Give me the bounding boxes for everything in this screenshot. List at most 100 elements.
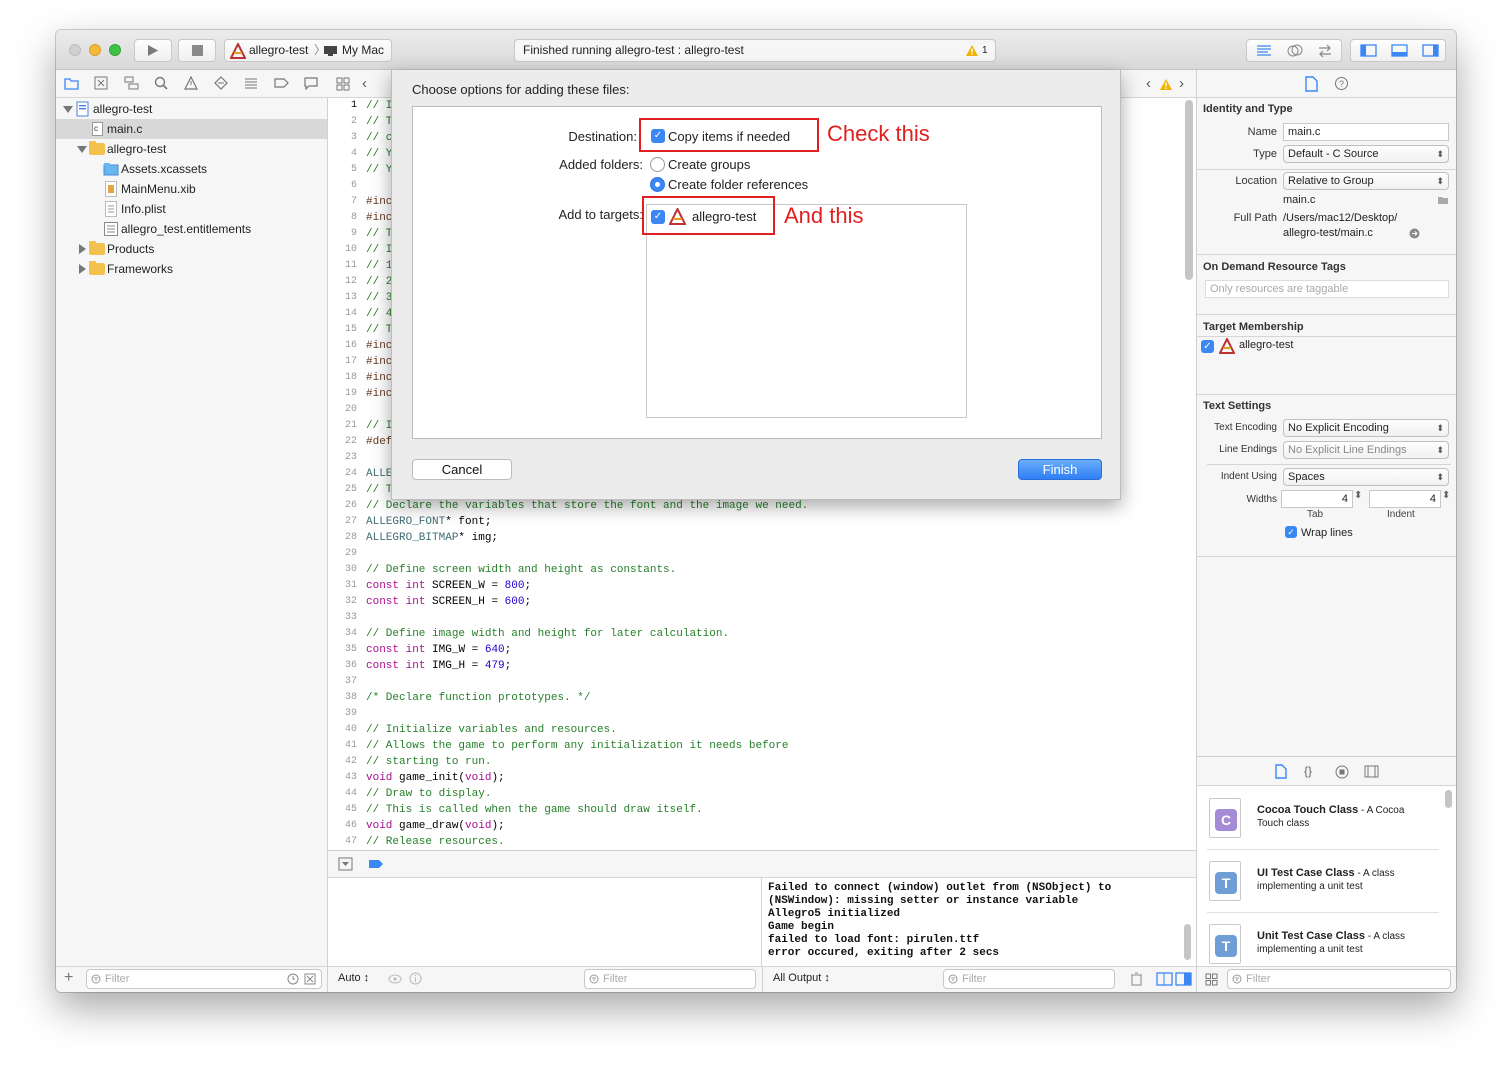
warning-count[interactable]: 1 [982,40,988,61]
zoom-window-button[interactable] [109,44,121,56]
tree-row-main-c[interactable]: c main.c [56,119,327,139]
disclosure-closed-icon[interactable] [79,264,86,274]
add-icon[interactable]: + [64,969,73,987]
editor-scrollbar[interactable] [1185,100,1193,280]
variables-filter-input[interactable]: Filter [584,969,756,989]
create-groups-radio[interactable] [650,157,665,172]
output-filter-popup[interactable]: All Output ↕ [773,972,830,984]
tree-row-entitlements[interactable]: allegro_test.entitlements [56,219,327,239]
stop-button[interactable] [178,39,216,62]
assistant-editor-icon[interactable] [1287,43,1303,58]
text-encoding-popup[interactable]: No Explicit Encoding ⬍ [1283,419,1449,437]
console-output[interactable]: Failed to connect (window) outlet from (… [762,878,1196,966]
close-window-button[interactable] [69,44,81,56]
line-number: 29 [344,548,357,559]
tree-row-project[interactable]: allegro-test [56,99,327,119]
warning-icon[interactable] [965,44,979,57]
library-item[interactable]: T UI Test Case Class - A class implement… [1207,851,1439,913]
code-line: #def [366,436,393,448]
warning-icon[interactable] [1159,78,1173,91]
folder-icon[interactable] [1437,195,1449,205]
back-arrow-icon[interactable]: ‹ [362,75,367,92]
toggle-navigator-icon[interactable] [1360,44,1377,57]
hide-debug-area-icon[interactable] [338,857,353,871]
text-encoding-label: Text Encoding [1214,422,1277,433]
reveal-in-finder-icon[interactable] [1409,228,1420,239]
target-membership-checkbox[interactable]: ✓ [1201,340,1214,353]
location-popup[interactable]: Relative to Group ⬍ [1283,172,1449,190]
trash-icon[interactable] [1130,972,1143,986]
library-item[interactable]: C Cocoa Touch Class - A Cocoa Touch clas… [1207,788,1439,850]
show-console-icon[interactable] [1175,972,1192,986]
find-navigator-icon[interactable] [154,76,168,90]
code-line: ALLE [366,468,393,480]
source-control-navigator-icon[interactable] [94,76,108,90]
toggle-inspector-icon[interactable] [1422,44,1439,57]
report-navigator-icon[interactable] [304,76,318,90]
console-scrollbar[interactable] [1184,924,1191,960]
standard-editor-icon[interactable] [1256,44,1272,57]
show-variables-view-icon[interactable] [1156,972,1173,986]
console-filter-input[interactable]: Filter [943,969,1115,989]
library-scrollbar[interactable] [1445,790,1452,808]
disclosure-closed-icon[interactable] [79,244,86,254]
tree-row-assets[interactable]: Assets.xcassets [56,159,327,179]
line-number: 17 [344,356,357,367]
object-library-icon[interactable] [1335,765,1349,779]
disclosure-open-icon[interactable] [63,106,73,113]
quick-help-icon[interactable]: ? [1334,76,1349,91]
scm-status-icon[interactable] [304,973,316,985]
name-field[interactable]: main.c [1283,123,1449,141]
breakpoints-toggle-icon[interactable] [368,859,384,869]
scheme-selector[interactable]: allegro-test 〉 My Mac [224,39,392,62]
test-navigator-icon[interactable] [214,76,228,90]
create-folder-references-label[interactable]: Create folder references [668,177,808,192]
issue-navigator-icon[interactable] [184,76,198,90]
wrap-lines-checkbox[interactable]: ✓ [1285,526,1297,538]
recent-files-icon[interactable] [287,973,299,985]
grid-view-icon[interactable] [1205,973,1218,986]
run-button[interactable] [134,39,172,62]
tree-row-mainmenu-xib[interactable]: MainMenu.xib [56,179,327,199]
code-line: // 3 [366,292,393,304]
navigator-filter-input[interactable]: Filter [86,969,322,989]
scheme-device[interactable]: My Mac [342,40,384,61]
auto-variables-popup[interactable]: Auto ↕ [338,972,369,984]
file-inspector-icon[interactable] [1305,76,1318,92]
debug-navigator-icon[interactable] [244,76,258,90]
next-issue-icon[interactable]: › [1179,75,1184,92]
media-library-icon[interactable] [1364,765,1379,778]
create-folder-references-radio[interactable] [650,177,665,192]
create-groups-label[interactable]: Create groups [668,157,750,172]
toggle-debug-area-icon[interactable] [1391,44,1408,57]
info-icon[interactable] [409,972,422,985]
previous-issue-icon[interactable]: ‹ [1146,75,1151,92]
breakpoint-navigator-icon[interactable] [274,76,289,90]
indent-using-popup[interactable]: Spaces ⬍ [1283,468,1449,486]
scheme-target[interactable]: allegro-test [249,40,308,61]
cancel-button[interactable]: Cancel [412,459,512,480]
tab-width-field[interactable]: 4 [1281,490,1353,508]
line-endings-popup[interactable]: No Explicit Line Endings ⬍ [1283,441,1449,459]
xcode-project-icon [76,101,89,117]
type-popup[interactable]: Default - C Source ⬍ [1283,145,1449,163]
minimize-window-button[interactable] [89,44,101,56]
project-navigator-icon[interactable] [64,77,79,90]
tree-row-info-plist[interactable]: Info.plist [56,199,327,219]
symbol-navigator-icon[interactable] [124,76,139,90]
library-filter-input[interactable]: Filter [1227,969,1451,989]
tree-row-products[interactable]: Products [56,239,327,259]
related-items-icon[interactable] [336,77,350,91]
tree-row-group-allegro-test[interactable]: allegro-test [56,139,327,159]
code-line: void game_draw(void); [366,818,505,834]
version-editor-icon[interactable] [1317,44,1333,57]
tree-row-frameworks[interactable]: Frameworks [56,259,327,279]
indent-width-field[interactable]: 4 [1369,490,1441,508]
quick-look-eye-icon[interactable] [388,973,402,985]
indent-width-stepper[interactable]: ⬍ [1442,490,1450,501]
file-template-library-icon[interactable] [1275,764,1287,779]
code-snippet-library-icon[interactable]: {} [1304,764,1312,778]
tab-width-stepper[interactable]: ⬍ [1354,490,1362,501]
finish-button[interactable]: Finish [1018,459,1102,480]
disclosure-open-icon[interactable] [77,146,87,153]
